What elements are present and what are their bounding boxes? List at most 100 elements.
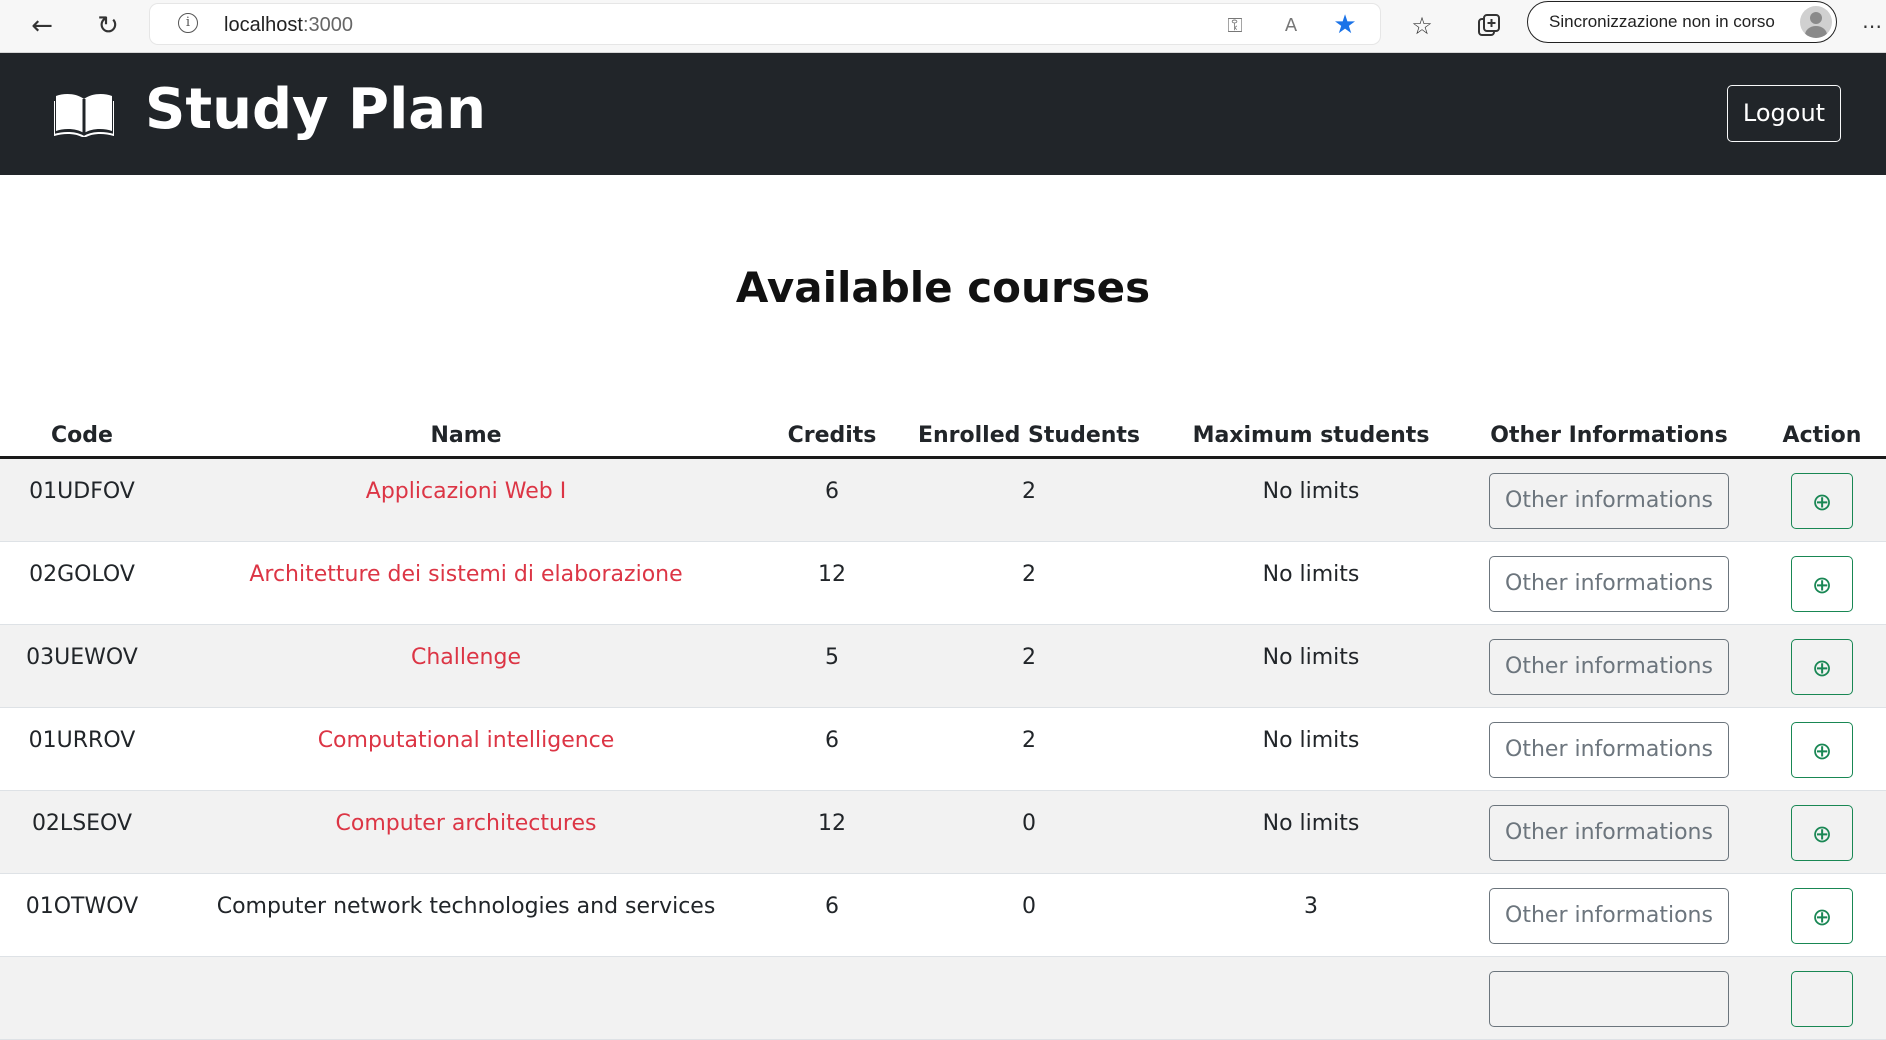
back-arrow-icon[interactable]: ←	[26, 10, 58, 42]
cell-text: 12	[818, 811, 846, 836]
table-row: 01URROV Computational intelligence 6 2 No li…	[0, 707, 1886, 791]
cell-max: No limits	[1162, 707, 1460, 791]
cell-name: Applicazioni Web I	[164, 457, 768, 542]
cell-text: 2	[1022, 479, 1036, 504]
table-row	[0, 956, 1886, 1040]
cell-text: 0	[1022, 811, 1036, 836]
cell-enrolled: 2	[896, 457, 1162, 542]
cell-text: No limits	[1262, 479, 1360, 504]
add-course-button[interactable]: ⊕	[1791, 722, 1853, 778]
cell-enrolled: 0	[896, 790, 1162, 874]
key-icon[interactable]: ⚿	[1222, 12, 1248, 38]
course-name-link[interactable]: Architetture dei sistemi di elaborazione	[249, 562, 682, 587]
url-text[interactable]: localhost:3000	[224, 14, 353, 37]
other-informations-button[interactable]: Other informations	[1489, 473, 1729, 529]
add-course-button[interactable]: ⊕	[1791, 556, 1853, 612]
cell-credits: 12	[768, 541, 896, 625]
plus-circle-icon: ⊕	[1811, 737, 1833, 765]
logout-button[interactable]: Logout	[1727, 85, 1841, 142]
app-navbar: Study Plan Logout	[0, 53, 1886, 175]
cell-empty	[1758, 956, 1886, 1040]
cell-empty	[1162, 956, 1460, 1040]
cell-text: 01UDFOV	[29, 479, 135, 504]
other-informations-button[interactable]: Other informations	[1489, 556, 1729, 612]
cell-code: 01OTWOV	[0, 873, 164, 957]
cell-empty	[164, 956, 768, 1040]
cell-text: 5	[825, 645, 839, 670]
cell-empty	[896, 956, 1162, 1040]
course-name-link[interactable]: Applicazioni Web I	[366, 479, 566, 504]
more-menu-icon[interactable]: ⋯	[1858, 10, 1886, 42]
add-course-button[interactable]: ⊕	[1791, 473, 1853, 529]
cell-text: 6	[825, 479, 839, 504]
refresh-icon[interactable]: ↻	[92, 10, 124, 42]
profile-avatar-icon	[1800, 6, 1832, 38]
cell-text: No limits	[1262, 562, 1360, 587]
address-bar[interactable]: i localhost:3000 ⚿ A ★	[150, 4, 1380, 44]
cell-text: 0	[1022, 894, 1036, 919]
other-informations-button[interactable]: Other informations	[1489, 639, 1729, 695]
plus-circle-icon: ⊕	[1811, 654, 1833, 682]
table-row: 02LSEOV Computer architectures 12 0 No limit…	[0, 790, 1886, 874]
cell-empty	[768, 956, 896, 1040]
header-max: Maximum students	[1162, 398, 1460, 459]
cell-max: No limits	[1162, 541, 1460, 625]
header-name: Name	[164, 398, 768, 459]
read-aloud-icon[interactable]: A	[1278, 12, 1304, 38]
collections-icon[interactable]	[1473, 10, 1505, 42]
cell-enrolled: 2	[896, 541, 1162, 625]
header-code: Code	[0, 398, 164, 459]
cell-max: No limits	[1162, 457, 1460, 542]
cell-text: 03UEWOV	[26, 645, 138, 670]
other-informations-button[interactable]: Other informations	[1489, 888, 1729, 944]
other-informations-button[interactable]: Other informations	[1489, 805, 1729, 861]
course-name-link[interactable]: Computational intelligence	[318, 728, 615, 753]
favorite-star-icon[interactable]: ★	[1332, 10, 1358, 40]
url-host: localhost	[224, 14, 303, 36]
cell-other: Other informations	[1460, 624, 1758, 708]
table-row: 01UDFOV Applicazioni Web I 6 2 No limits Othe…	[0, 457, 1886, 542]
cell-other: Other informations	[1460, 457, 1758, 542]
add-course-button[interactable]	[1791, 971, 1853, 1027]
cell-text: No limits	[1262, 811, 1360, 836]
cell-text: No limits	[1262, 728, 1360, 753]
course-name-link[interactable]: Computer architectures	[336, 811, 597, 836]
favorites-icon[interactable]: ☆	[1406, 10, 1438, 42]
site-info-icon[interactable]: i	[178, 13, 198, 33]
cell-action: ⊕	[1758, 624, 1886, 708]
cell-other: Other informations	[1460, 707, 1758, 791]
cell-name: Challenge	[164, 624, 768, 708]
cell-enrolled: 2	[896, 707, 1162, 791]
cell-text: No limits	[1262, 645, 1360, 670]
cell-code: 01URROV	[0, 707, 164, 791]
cell-text: 2	[1022, 645, 1036, 670]
browser-toolbar: ← ↻ i localhost:3000 ⚿ A ★ ☆ Sincronizza…	[0, 0, 1886, 53]
table-row: 02GOLOV Architetture dei sistemi di elabo…	[0, 541, 1886, 625]
add-course-button[interactable]: ⊕	[1791, 888, 1853, 944]
cell-text: 01URROV	[28, 728, 136, 753]
cell-credits: 12	[768, 790, 896, 874]
other-informations-button[interactable]	[1489, 971, 1729, 1027]
sync-status-button[interactable]: Sincronizzazione non in corso	[1527, 1, 1837, 43]
cell-action: ⊕	[1758, 790, 1886, 874]
plus-circle-icon: ⊕	[1811, 903, 1833, 931]
cell-max: No limits	[1162, 624, 1460, 708]
url-port: :3000	[302, 14, 353, 36]
course-name-link[interactable]: Challenge	[411, 645, 521, 670]
cell-credits: 5	[768, 624, 896, 708]
add-course-button[interactable]: ⊕	[1791, 639, 1853, 695]
cell-action: ⊕	[1758, 457, 1886, 542]
plus-circle-icon: ⊕	[1811, 820, 1833, 848]
add-course-button[interactable]: ⊕	[1791, 805, 1853, 861]
cell-text: 2	[1022, 728, 1036, 753]
header-other: Other Informations	[1460, 398, 1758, 459]
open-book-icon	[53, 91, 115, 142]
plus-circle-icon: ⊕	[1811, 571, 1833, 599]
cell-enrolled: 0	[896, 873, 1162, 957]
page-title: Available courses	[735, 263, 1151, 312]
header-credits: Credits	[768, 398, 896, 459]
table-row: 01OTWOV Computer network technologies and…	[0, 873, 1886, 957]
other-informations-button[interactable]: Other informations	[1489, 722, 1729, 778]
table-row: 03UEWOV Challenge 5 2 No limits Other informa…	[0, 624, 1886, 708]
header-action: Action	[1758, 398, 1886, 459]
